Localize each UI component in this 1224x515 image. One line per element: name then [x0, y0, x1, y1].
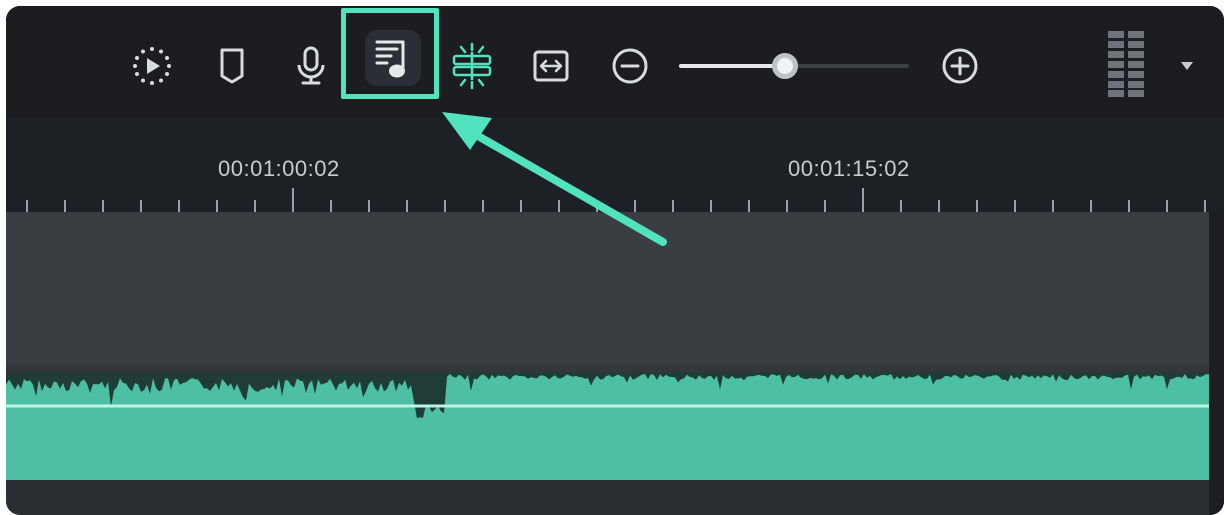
annotation-arrow-icon — [442, 112, 667, 246]
